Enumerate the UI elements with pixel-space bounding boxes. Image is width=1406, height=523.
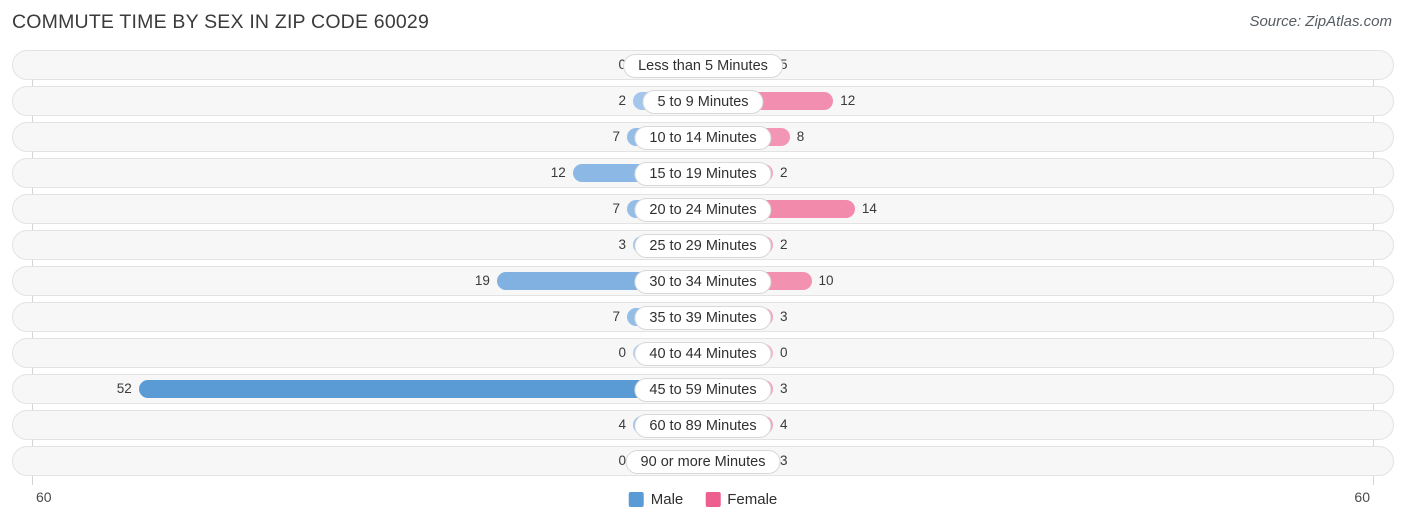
- row-inner: 12 2 15 to 19 Minutes: [13, 159, 1393, 187]
- bar-value-female: 14: [861, 201, 877, 216]
- row-inner: 0 3 90 or more Minutes: [13, 447, 1393, 475]
- row-inner: 2 12 5 to 9 Minutes: [13, 87, 1393, 115]
- bar-value-female: 12: [840, 93, 856, 108]
- table-row: 0 0 40 to 44 Minutes: [12, 338, 1394, 368]
- category-label: 5 to 9 Minutes: [642, 90, 764, 114]
- bar-value-female: 4: [780, 417, 788, 432]
- row-inner: 7 3 35 to 39 Minutes: [13, 303, 1393, 331]
- bar-rows: 05Less than 5 Minutes 2 12 5 to 9 Minutes 7 8…: [0, 50, 1406, 482]
- axis-tick-left: 60: [36, 489, 52, 505]
- bar-value-male: 3: [618, 237, 626, 252]
- bar-male: [138, 380, 703, 398]
- bar-value-male: 7: [612, 309, 621, 324]
- table-row: 7 14 20 to 24 Minutes: [12, 194, 1394, 224]
- page-title: COMMUTE TIME BY SEX IN ZIP CODE 60029: [12, 11, 430, 33]
- table-row: 7 8 10 to 14 Minutes: [12, 122, 1394, 152]
- category-label: 45 to 59 Minutes: [634, 378, 772, 402]
- table-row: 52 3 45 to 59 Minutes: [12, 374, 1394, 404]
- category-label: 30 to 34 Minutes: [634, 270, 772, 294]
- legend-swatch-icon: [628, 491, 644, 507]
- row-inner: 3 2 25 to 29 Minutes: [13, 231, 1393, 259]
- category-label: 10 to 14 Minutes: [634, 126, 772, 150]
- source-attribution: Source: ZipAtlas.com: [1249, 13, 1392, 30]
- table-row: 12 2 15 to 19 Minutes: [12, 158, 1394, 188]
- row-inner: 7 8 10 to 14 Minutes: [13, 123, 1393, 151]
- row-inner: 4 4 60 to 89 Minutes: [13, 411, 1393, 439]
- row-inner: 05Less than 5 Minutes: [13, 51, 1393, 79]
- row-inner: 19 10 30 to 34 Minutes: [13, 267, 1393, 295]
- table-row: 7 3 35 to 39 Minutes: [12, 302, 1394, 332]
- category-label: 20 to 24 Minutes: [634, 198, 772, 222]
- category-label: 90 or more Minutes: [625, 450, 781, 474]
- table-row: 19 10 30 to 34 Minutes: [12, 266, 1394, 296]
- bar-value-female: 0: [780, 345, 788, 360]
- category-label: Less than 5 Minutes: [623, 54, 783, 78]
- bar-value-female: 3: [780, 309, 788, 324]
- bar-value-male: 7: [612, 129, 621, 144]
- legend-item-female[interactable]: Female: [705, 491, 777, 508]
- category-label: 35 to 39 Minutes: [634, 306, 772, 330]
- bar-value-female: 3: [780, 453, 788, 468]
- bar-value-male: 0: [618, 345, 626, 360]
- table-row: 4 4 60 to 89 Minutes: [12, 410, 1394, 440]
- plot-area: 05Less than 5 Minutes 2 12 5 to 9 Minutes 7 8…: [0, 50, 1406, 485]
- axis-tick-right: 60: [1354, 489, 1370, 505]
- bar-value-female: 10: [818, 273, 834, 288]
- chart-legend: Male Female: [628, 488, 777, 510]
- category-label: 60 to 89 Minutes: [634, 414, 772, 438]
- legend-label: Male: [650, 490, 684, 508]
- bar-value-female: 3: [780, 381, 788, 396]
- table-row: 05Less than 5 Minutes: [12, 50, 1394, 80]
- row-inner: 52 3 45 to 59 Minutes: [13, 375, 1393, 403]
- bar-value-female: 2: [780, 237, 788, 252]
- bar-value-male: 7: [612, 201, 621, 216]
- chart-header: COMMUTE TIME BY SEX IN ZIP CODE 60029 So…: [0, 0, 1406, 46]
- chart-container: COMMUTE TIME BY SEX IN ZIP CODE 60029 So…: [0, 0, 1406, 523]
- legend-swatch-icon: [705, 491, 721, 507]
- row-inner: 0 0 40 to 44 Minutes: [13, 339, 1393, 367]
- chart-footer: 60 60 Male Female: [0, 485, 1406, 523]
- bar-value-female: 2: [780, 165, 788, 180]
- bar-value-male: 2: [618, 93, 626, 108]
- table-row: 2 12 5 to 9 Minutes: [12, 86, 1394, 116]
- category-label: 40 to 44 Minutes: [634, 342, 772, 366]
- bar-value-male: 12: [550, 165, 566, 180]
- row-inner: 7 14 20 to 24 Minutes: [13, 195, 1393, 223]
- table-row: 0 3 90 or more Minutes: [12, 446, 1394, 476]
- legend-label: Female: [727, 490, 778, 508]
- legend-item-male[interactable]: Male: [628, 490, 684, 508]
- bar-value-male: 52: [116, 381, 132, 396]
- bar-value-female: 8: [796, 129, 805, 144]
- category-label: 15 to 19 Minutes: [634, 162, 772, 186]
- bar-value-male: 4: [618, 417, 626, 432]
- table-row: 3 2 25 to 29 Minutes: [12, 230, 1394, 260]
- category-label: 25 to 29 Minutes: [634, 234, 772, 258]
- bar-value-male: 19: [474, 273, 490, 288]
